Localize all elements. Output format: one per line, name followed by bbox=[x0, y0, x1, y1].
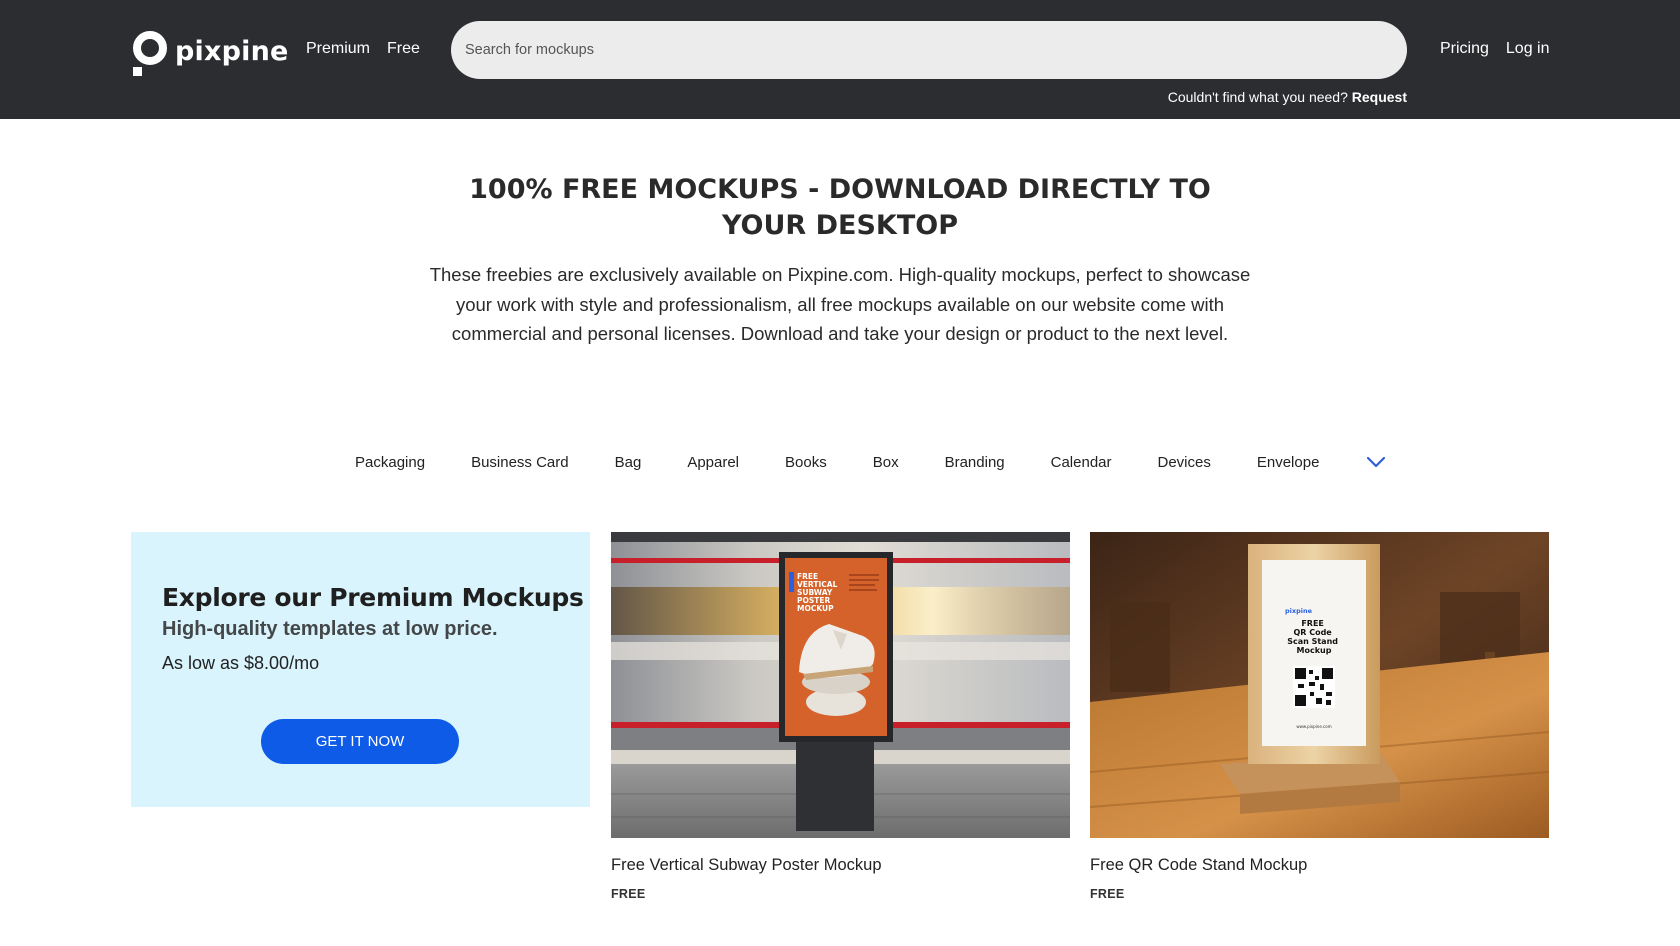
stand-text-line-1: FREE bbox=[1301, 619, 1324, 628]
request-prompt: Couldn't find what you need? Request bbox=[1168, 89, 1407, 105]
free-badge: FREE bbox=[611, 887, 646, 901]
mockup-card-qr-stand: pixpine FREE QR Code Scan Stand Mockup w… bbox=[1090, 532, 1549, 901]
nav-premium-link[interactable]: Premium bbox=[306, 40, 370, 58]
category-box[interactable]: Box bbox=[873, 454, 899, 471]
category-apparel[interactable]: Apparel bbox=[687, 454, 739, 471]
subway-poster-thumbnail[interactable]: FREE VERTICAL SUBWAY POSTER MOCKUP bbox=[611, 532, 1070, 838]
category-devices[interactable]: Devices bbox=[1158, 454, 1211, 471]
promo-subtitle: High-quality templates at low price. bbox=[162, 618, 498, 640]
category-books[interactable]: Books bbox=[785, 454, 827, 471]
category-business-card[interactable]: Business Card bbox=[471, 454, 569, 471]
stand-text-line-4: Mockup bbox=[1297, 646, 1332, 655]
account-nav: Pricing Log in bbox=[1440, 40, 1550, 58]
poster-text-line-5: MOCKUP bbox=[797, 604, 834, 613]
nav-free-link[interactable]: Free bbox=[387, 40, 420, 58]
brand-name: pixpine bbox=[175, 35, 289, 67]
site-header: pixpine Premium Free Pricing Log in Coul… bbox=[0, 0, 1680, 119]
nav-pricing-link[interactable]: Pricing bbox=[1440, 40, 1489, 58]
primary-nav: Premium Free bbox=[306, 40, 420, 58]
category-branding[interactable]: Branding bbox=[945, 454, 1005, 471]
category-bag[interactable]: Bag bbox=[615, 454, 642, 471]
page-description: These freebies are exclusively available… bbox=[429, 264, 1251, 344]
chevron-down-icon[interactable] bbox=[1365, 453, 1387, 471]
premium-promo-card: Explore our Premium Mockups High-quality… bbox=[131, 532, 590, 807]
category-calendar[interactable]: Calendar bbox=[1051, 454, 1112, 471]
request-prefix: Couldn't find what you need? bbox=[1167, 89, 1348, 105]
category-bar: Packaging Business Card Bag Apparel Book… bbox=[355, 453, 1387, 471]
card-title[interactable]: Free Vertical Subway Poster Mockup bbox=[611, 856, 1070, 875]
stand-brand: pixpine bbox=[1285, 607, 1313, 615]
free-badge: FREE bbox=[1090, 887, 1125, 901]
pixpine-logo-icon bbox=[131, 30, 169, 78]
qr-code-icon bbox=[1293, 666, 1335, 708]
mockup-card-subway-poster: FREE VERTICAL SUBWAY POSTER MOCKUP Free … bbox=[611, 532, 1070, 901]
card-title[interactable]: Free QR Code Stand Mockup bbox=[1090, 856, 1549, 875]
get-it-now-button[interactable]: GET IT NOW bbox=[261, 719, 459, 764]
request-link[interactable]: Request bbox=[1352, 89, 1407, 105]
promo-price: As low as $8.00/mo bbox=[162, 653, 320, 673]
brand-logo[interactable]: pixpine bbox=[131, 30, 289, 78]
stand-url: www.pixpine.com bbox=[1296, 724, 1331, 729]
promo-title: Explore our Premium Mockups bbox=[162, 583, 584, 612]
stand-text-line-2: QR Code bbox=[1293, 628, 1332, 637]
stand-text-line-3: Scan Stand bbox=[1287, 637, 1338, 646]
category-packaging[interactable]: Packaging bbox=[355, 454, 425, 471]
nav-login-link[interactable]: Log in bbox=[1506, 40, 1550, 58]
qr-stand-thumbnail[interactable]: pixpine FREE QR Code Scan Stand Mockup w… bbox=[1090, 532, 1549, 838]
page-title: 100% FREE MOCKUPS - DOWNLOAD DIRECTLY TO… bbox=[469, 174, 1211, 241]
search-input[interactable] bbox=[451, 21, 1407, 79]
category-envelope[interactable]: Envelope bbox=[1257, 454, 1320, 471]
